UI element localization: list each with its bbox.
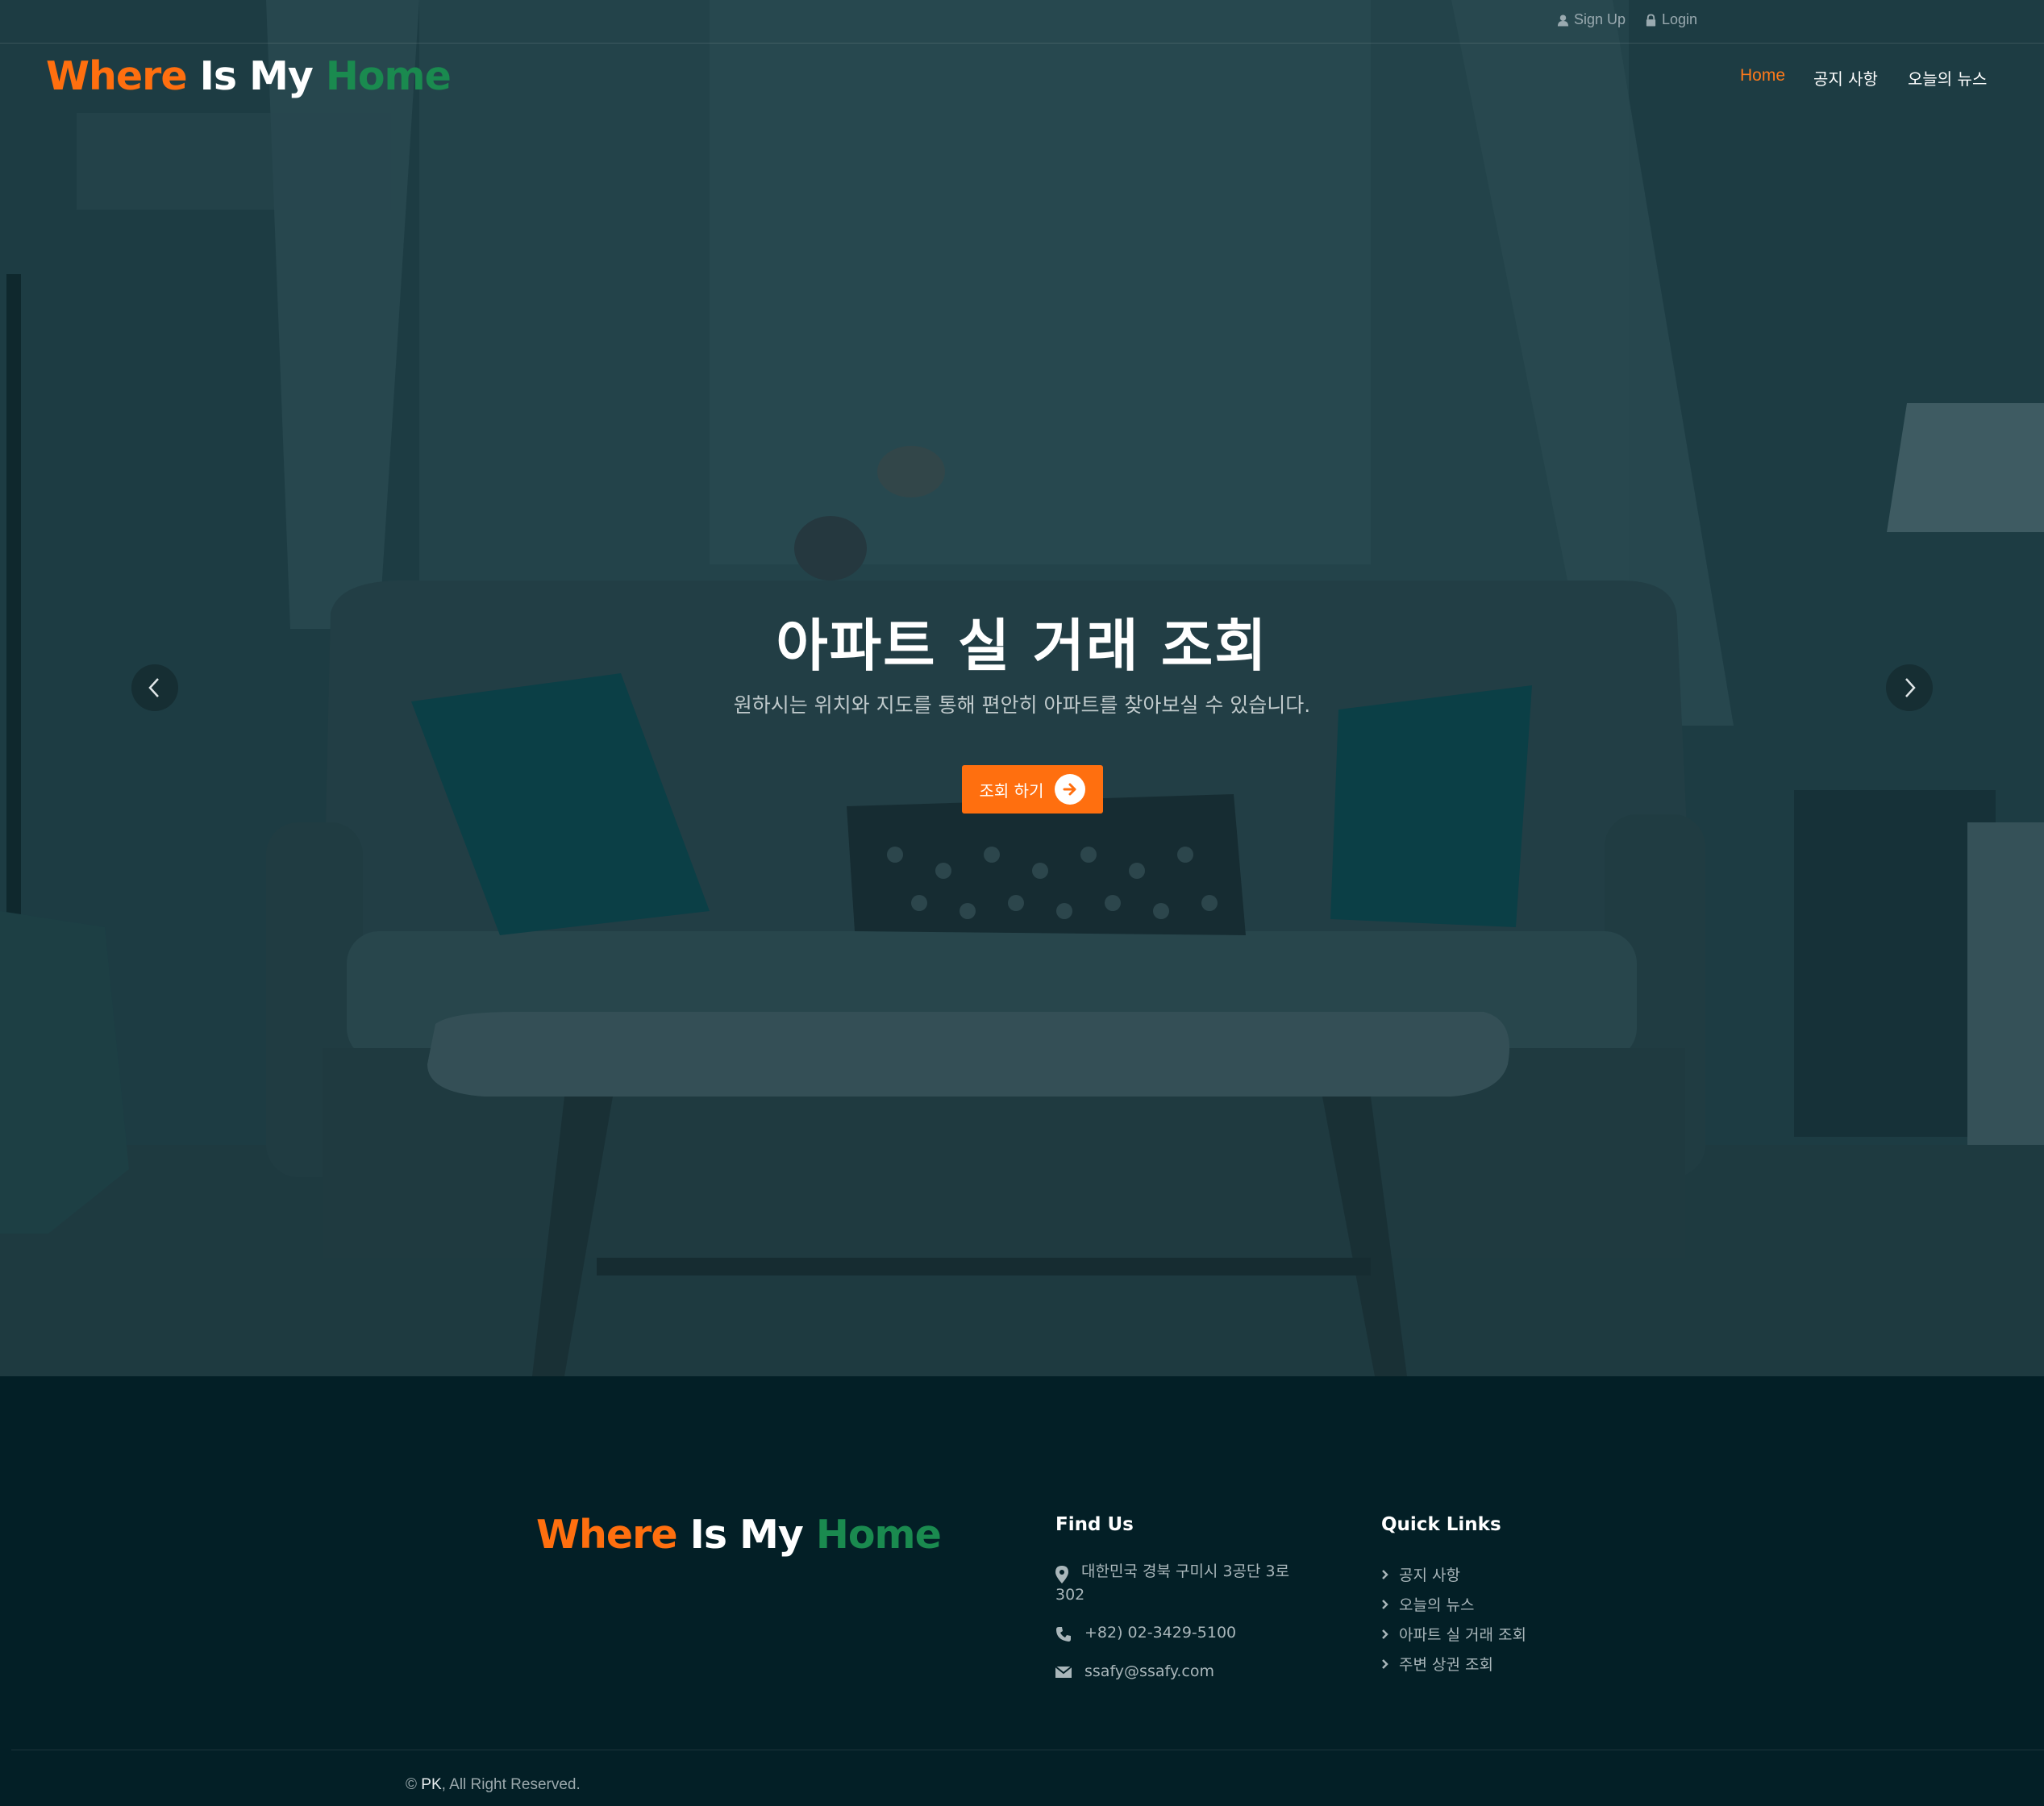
footer-brand-logo[interactable]: Where Is My Home xyxy=(536,1512,942,1558)
brand-word-where: Where xyxy=(46,53,188,99)
carousel-next-button[interactable] xyxy=(1886,664,1933,711)
nav-item-notice[interactable]: 공지 사항 xyxy=(1813,66,1878,89)
footer-brand-word-where: Where xyxy=(536,1512,678,1558)
brand-word-home: Home xyxy=(325,53,452,99)
signup-link[interactable]: Sign Up xyxy=(1557,11,1626,28)
phone-icon xyxy=(1056,1627,1071,1642)
hero-carousel: Sign Up Login Where Is My Home Home 공지 사… xyxy=(0,0,2044,1376)
carousel-prev-button[interactable] xyxy=(131,664,178,711)
email-row: ssafy@ssafy.com xyxy=(1055,1662,1214,1680)
chevron-right-icon xyxy=(1905,678,1916,697)
quick-link-label: 공지 사항 xyxy=(1399,1567,1460,1584)
quick-link-label: 오늘의 뉴스 xyxy=(1399,1596,1475,1614)
quick-links-heading: Quick Links xyxy=(1381,1514,1501,1535)
footer-brand-word-home: Home xyxy=(815,1512,942,1558)
copyright: © PK, All Right Reserved. xyxy=(406,1776,581,1794)
login-label: Login xyxy=(1662,11,1698,27)
footer: Where Is My Home Find Us 대한민국 경북 구미시 3공단… xyxy=(0,1376,2044,1806)
hero-overlay xyxy=(0,0,2044,1376)
chevron-right-icon xyxy=(1382,1569,1388,1579)
chevron-right-icon xyxy=(1382,1629,1388,1639)
quick-link-news[interactable]: 오늘의 뉴스 xyxy=(1381,1593,1474,1615)
search-button-label: 조회 하기 xyxy=(979,780,1044,801)
chevron-right-icon xyxy=(1382,1599,1388,1609)
phone-row: +82) 02-3429-5100 xyxy=(1055,1624,1236,1642)
address-item: 대한민국 경북 구미시 3공단 3로 302 xyxy=(1055,1563,1330,1607)
find-us-heading: Find Us xyxy=(1055,1514,1134,1535)
footer-brand-word-is-my: Is My xyxy=(689,1512,804,1558)
hero-subtitle: 원하시는 위치와 지도를 통해 편안히 아파트를 찾아보실 수 있습니다. xyxy=(733,693,1311,717)
email-text: ssafy@ssafy.com xyxy=(1084,1662,1214,1680)
quick-link-label: 아파트 실 거래 조회 xyxy=(1399,1626,1526,1644)
quick-link-apartment[interactable]: 아파트 실 거래 조회 xyxy=(1381,1623,1526,1645)
top-bar: Sign Up Login xyxy=(0,0,2044,44)
quick-link-commercial[interactable]: 주변 상권 조회 xyxy=(1381,1653,1493,1675)
hero-title: 아파트 실 거래 조회 xyxy=(776,613,1268,679)
login-link[interactable]: Login xyxy=(1645,11,1697,28)
brand-logo[interactable]: Where Is My Home xyxy=(46,53,452,99)
user-icon xyxy=(1557,14,1569,26)
map-marker-icon xyxy=(1055,1566,1068,1583)
envelope-icon xyxy=(1055,1666,1072,1678)
address-text: 대한민국 경북 구미시 3공단 3로 302 xyxy=(1055,1560,1290,1607)
phone-text: +82) 02-3429-5100 xyxy=(1084,1624,1237,1642)
nav-item-home[interactable]: Home xyxy=(1740,66,1785,85)
brand-word-is-my: Is My xyxy=(199,53,314,99)
chevron-left-icon xyxy=(148,678,159,697)
search-button[interactable]: 조회 하기 xyxy=(962,765,1103,814)
quick-link-label: 주변 상권 조회 xyxy=(1399,1656,1493,1674)
copyright-owner-link[interactable]: PK xyxy=(421,1776,441,1793)
address-line2: 302 xyxy=(1055,1586,1085,1604)
copyright-symbol: © xyxy=(406,1776,417,1793)
address-line1: 대한민국 경북 구미시 3공단 3로 xyxy=(1081,1563,1290,1580)
lock-icon xyxy=(1646,13,1656,26)
chevron-right-icon xyxy=(1382,1658,1388,1669)
nav-item-news[interactable]: 오늘의 뉴스 xyxy=(1908,66,1987,89)
arrow-right-icon xyxy=(1055,774,1086,805)
signup-label: Sign Up xyxy=(1574,11,1626,27)
quick-link-notice[interactable]: 공지 사항 xyxy=(1381,1563,1460,1585)
copyright-text: , All Right Reserved. xyxy=(441,1776,581,1793)
